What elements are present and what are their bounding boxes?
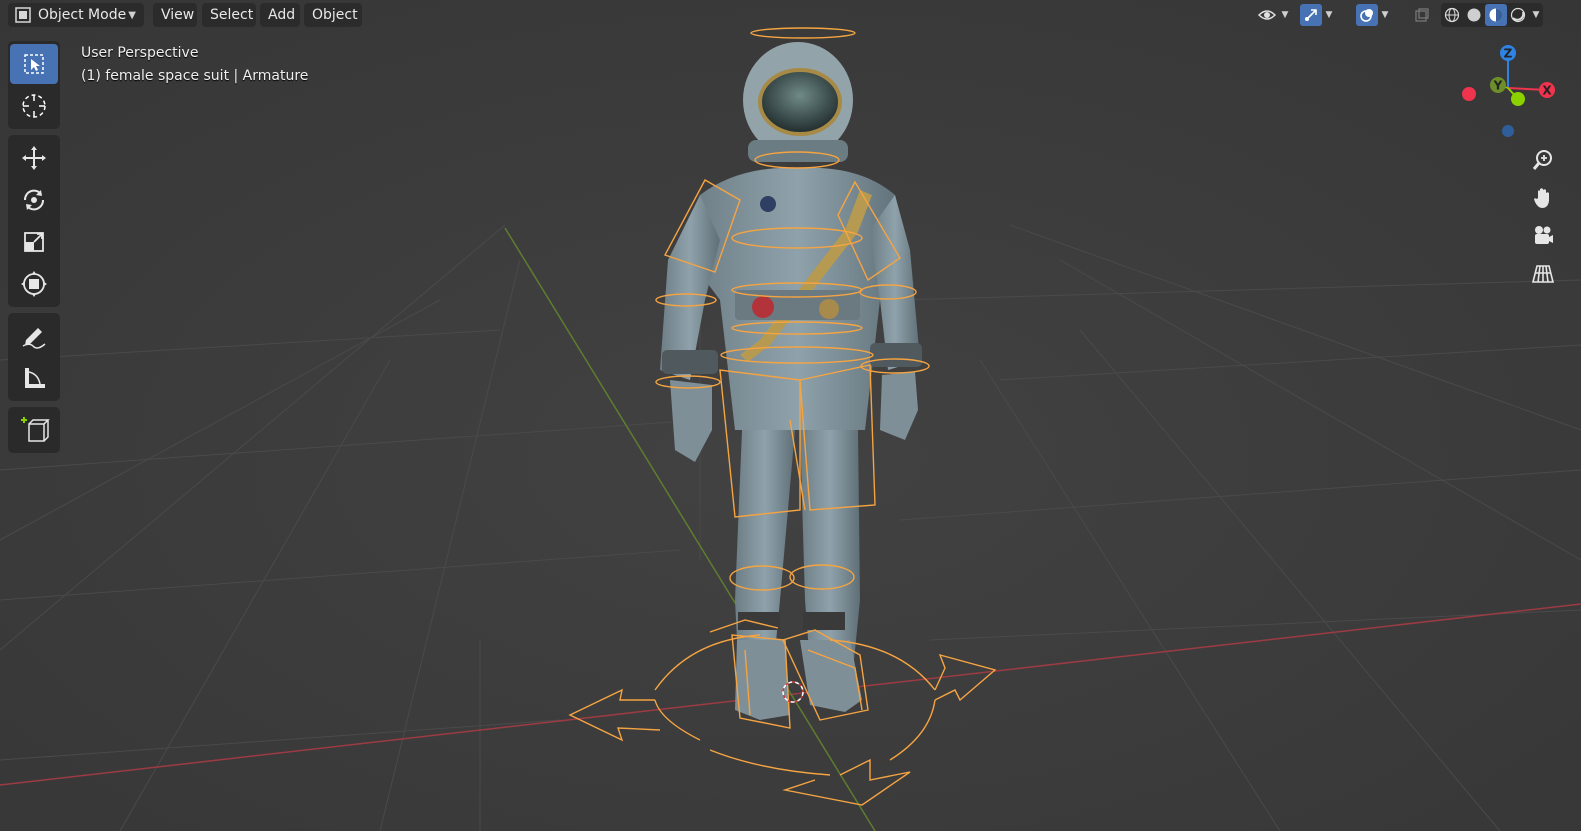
xray-toggle[interactable] — [1411, 3, 1433, 27]
add-cube-icon — [21, 417, 50, 442]
select-box-tool[interactable] — [8, 43, 60, 85]
gizmo-icon — [1300, 4, 1322, 26]
transform-tool[interactable] — [8, 263, 60, 305]
3d-viewport[interactable] — [0, 0, 1581, 831]
chevron-down-icon: ▼ — [128, 9, 136, 21]
cursor-tool[interactable] — [8, 85, 60, 127]
perspective-grid-icon — [1531, 265, 1555, 283]
rotate-tool[interactable] — [8, 179, 60, 221]
shading-mode-group: ▼ — [1441, 3, 1543, 27]
hand-icon — [1534, 188, 1549, 208]
menu-object-label: Object — [312, 7, 358, 23]
select-box-icon — [24, 54, 44, 74]
material-shading-icon[interactable] — [1485, 4, 1507, 26]
transform-icon — [21, 271, 47, 297]
chevron-down-icon[interactable]: ▼ — [1529, 10, 1543, 20]
chevron-down-icon: ▼ — [1381, 10, 1389, 20]
measure-tool[interactable] — [8, 357, 60, 399]
navigation-gizmo[interactable]: Y X Z — [1455, 40, 1565, 140]
zoom-view-button[interactable] — [1526, 143, 1560, 177]
add-cube-tool[interactable] — [8, 409, 60, 451]
tool-group-add — [8, 407, 60, 453]
camera-view-button[interactable] — [1526, 219, 1560, 253]
annotate-pencil-icon — [22, 328, 46, 349]
eye-icon — [1256, 4, 1278, 26]
gizmo-toggle[interactable]: ▼ — [1300, 3, 1336, 27]
rotate-icon — [23, 189, 45, 211]
scale-tool[interactable] — [8, 221, 60, 263]
overlays-toggle[interactable]: ▼ — [1356, 3, 1392, 27]
toggle-perspective-button[interactable] — [1526, 257, 1560, 291]
menu-view-label: View — [161, 7, 195, 23]
view-perspective-label: User Perspective — [81, 45, 199, 61]
neg-y-axis-handle[interactable] — [1511, 92, 1525, 106]
measure-ruler-icon — [25, 368, 45, 388]
tool-group-select — [8, 41, 60, 129]
menu-object[interactable]: Object — [304, 3, 362, 27]
cursor-icon — [22, 94, 46, 118]
tool-group-annotate — [8, 313, 60, 401]
menu-select-label: Select — [210, 7, 254, 23]
x-axis-label: X — [1542, 84, 1552, 98]
annotate-tool[interactable] — [8, 315, 60, 357]
tool-group-transform — [8, 135, 60, 307]
camera-icon — [1535, 226, 1553, 244]
visibility-dropdown[interactable]: ▼ — [1256, 3, 1292, 27]
z-axis-label: Z — [1504, 47, 1513, 61]
xray-icon — [1411, 4, 1433, 26]
interaction-mode-label: Object Mode — [38, 7, 127, 23]
menu-add[interactable]: Add — [260, 3, 300, 27]
object-mode-icon — [15, 7, 31, 23]
menu-select[interactable]: Select — [202, 3, 256, 27]
wireframe-shading-icon[interactable] — [1441, 4, 1463, 26]
viewport-info-overlay: User Perspective (1) female space suit |… — [81, 42, 308, 88]
move-icon — [22, 146, 46, 170]
viewport-header: Object Mode ▼ View Select Add Object ▼ ▼… — [0, 0, 1581, 30]
overlays-icon — [1356, 4, 1378, 26]
neg-z-axis-handle[interactable] — [1502, 125, 1514, 137]
rendered-shading-icon[interactable] — [1507, 4, 1529, 26]
chevron-down-icon: ▼ — [1325, 10, 1333, 20]
y-axis-label: Y — [1493, 79, 1503, 93]
tool-shelf — [8, 41, 60, 459]
solid-shading-icon[interactable] — [1463, 4, 1485, 26]
active-object-label: (1) female space suit | Armature — [81, 68, 309, 84]
menu-view[interactable]: View — [153, 3, 197, 27]
pan-view-button[interactable] — [1526, 181, 1560, 215]
menu-add-label: Add — [268, 7, 296, 23]
zoom-magnifier-icon — [1532, 150, 1552, 170]
scale-icon — [24, 232, 44, 252]
neg-x-axis-handle[interactable] — [1462, 87, 1476, 101]
chevron-down-icon: ▼ — [1281, 10, 1289, 20]
interaction-mode-dropdown[interactable]: Object Mode ▼ — [8, 3, 144, 27]
move-tool[interactable] — [8, 137, 60, 179]
